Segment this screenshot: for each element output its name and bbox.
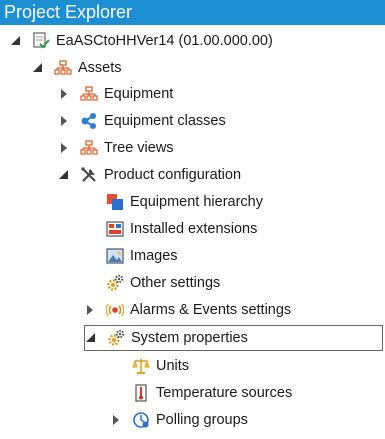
tree-item-equipment-classes[interactable]: Equipment classes	[58, 108, 226, 134]
collapse-caret[interactable]	[84, 304, 96, 316]
tree-item-units[interactable]: Units	[132, 353, 189, 379]
expand-caret[interactable]	[58, 169, 70, 181]
tree-item-tree-views[interactable]: Tree views	[58, 135, 174, 161]
collapse-caret[interactable]	[58, 115, 70, 127]
project-check-icon	[32, 32, 50, 50]
tree-item-installed-extensions[interactable]: Installed extensions	[106, 216, 257, 242]
tree-item-other-settings[interactable]: Other settings	[106, 270, 220, 296]
panel-title: Project Explorer	[0, 0, 385, 25]
collapse-caret[interactable]	[58, 88, 70, 100]
tree-item-equipment[interactable]: Equipment	[58, 81, 173, 107]
thermometer-icon	[132, 384, 150, 402]
gears-icon	[106, 274, 124, 292]
tree-item-equipment-hierarchy[interactable]: Equipment hierarchy	[106, 189, 263, 215]
expand-caret[interactable]	[32, 62, 44, 74]
tree-item-temperature-sources[interactable]: Temperature sources	[132, 380, 292, 406]
gears-icon	[107, 329, 125, 347]
share-nodes-icon	[80, 112, 98, 130]
hierarchy-icon	[80, 139, 98, 157]
clock-icon	[132, 411, 150, 429]
extensions-icon	[106, 220, 124, 238]
equipment-hierarchy-icon	[106, 193, 124, 211]
expand-caret[interactable]	[85, 332, 97, 344]
expand-caret[interactable]	[10, 35, 22, 47]
tools-icon	[80, 166, 98, 184]
hierarchy-icon	[54, 59, 72, 77]
tree-item-product-configuration[interactable]: Product configuration	[58, 162, 241, 188]
scale-icon	[132, 357, 150, 375]
collapse-caret[interactable]	[58, 142, 70, 154]
tree-item-polling-groups[interactable]: Polling groups	[110, 407, 248, 433]
tree-item-system-properties[interactable]: System properties	[84, 325, 383, 351]
tree-item-assets[interactable]: Assets	[32, 55, 122, 81]
hierarchy-icon	[80, 85, 98, 103]
tree-item-project[interactable]: EaASCtoHHVer14 (01.00.000.00)	[10, 28, 273, 54]
alarm-icon	[106, 301, 124, 319]
collapse-caret[interactable]	[110, 414, 122, 426]
tree-item-images[interactable]: Images	[106, 243, 178, 269]
image-icon	[106, 247, 124, 265]
tree-item-alarms-events-settings[interactable]: Alarms & Events settings	[84, 297, 291, 323]
